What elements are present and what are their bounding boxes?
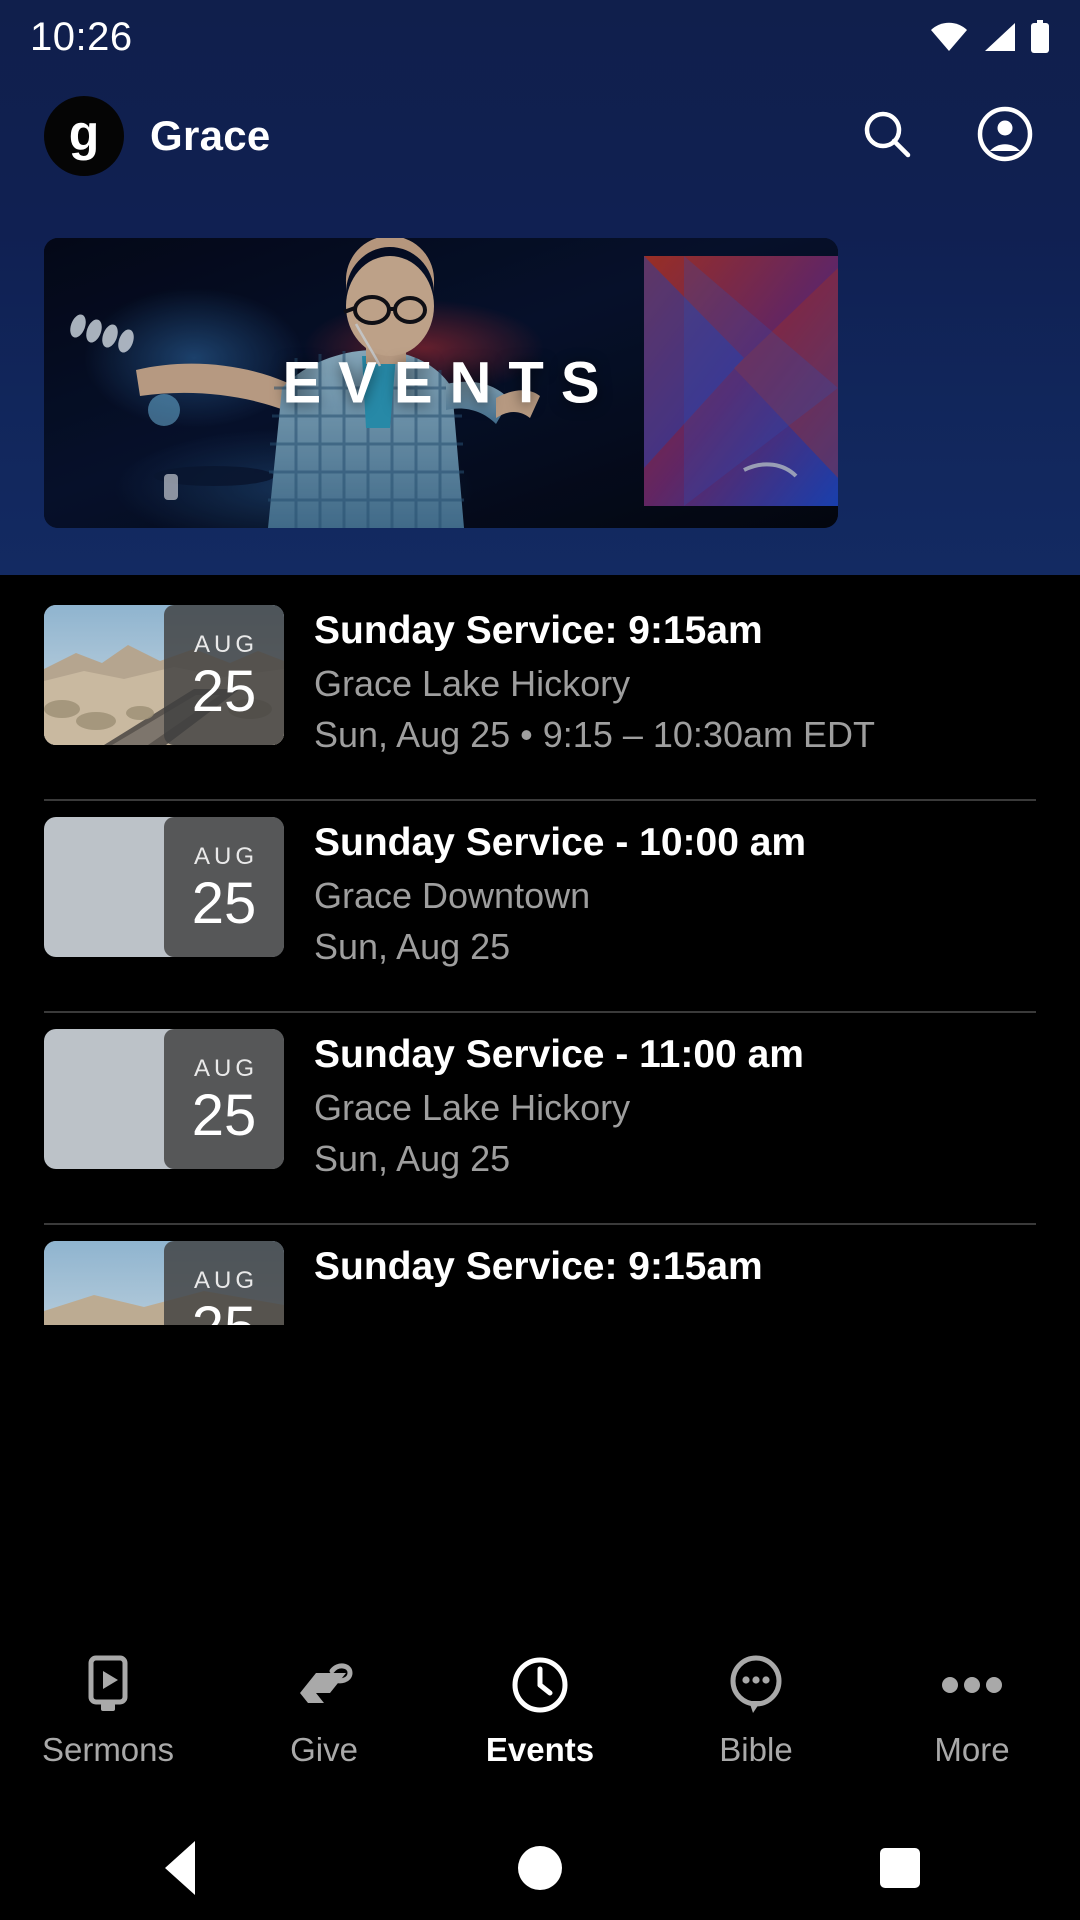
event-thumbnail: AUG 25: [44, 1029, 284, 1169]
event-title: Sunday Service: 9:15am: [314, 1245, 763, 1288]
event-details: Sunday Service: 9:15am Grace Lake Hickor…: [314, 605, 1036, 759]
event-date-month: AUG: [193, 1055, 258, 1082]
event-location: Grace Downtown: [314, 874, 591, 916]
wifi-icon: [930, 22, 968, 52]
tab-label: Bible: [719, 1730, 793, 1768]
event-location: Grace Lake Hickory: [314, 1086, 631, 1128]
event-location: Grace Lake Hickory: [314, 662, 631, 704]
back-button[interactable]: [120, 1816, 240, 1920]
event-title: Sunday Service - 10:00 am: [314, 821, 807, 864]
event-list-item[interactable]: AUG 25 Sunday Service: 9:15am Grace Lake…: [0, 605, 1080, 799]
event-list-item[interactable]: AUG 25 Sunday Service - 10:00 am Grace D…: [0, 817, 1080, 1011]
event-date-badge: AUG 25: [164, 1241, 284, 1325]
search-icon: [859, 106, 915, 167]
event-title: Sunday Service - 11:00 am: [314, 1033, 804, 1076]
event-list-item[interactable]: AUG 25 Sunday Service: 9:15am: [0, 1241, 1080, 1325]
event-datetime: Sun, Aug 25: [314, 925, 511, 967]
tab-label: Give: [290, 1730, 358, 1768]
bottom-tab-bar: Sermons Give Events Bible More: [0, 1604, 1080, 1816]
event-date-month: AUG: [193, 1267, 258, 1294]
recents-button[interactable]: [840, 1816, 960, 1920]
event-date-day: 25: [191, 1083, 257, 1148]
event-thumbnail: AUG 25: [44, 1241, 284, 1325]
give-hand-icon: [294, 1655, 354, 1715]
list-divider: [44, 1011, 1036, 1013]
event-datetime: Sun, Aug 25 • 9:15 – 10:30am EDT: [314, 713, 875, 755]
tab-more[interactable]: More: [864, 1655, 1080, 1766]
event-thumbnail: AUG 25: [44, 605, 284, 745]
battery-icon: [1030, 20, 1050, 54]
tab-bible[interactable]: Bible: [648, 1655, 864, 1766]
event-details: Sunday Service: 9:15am: [314, 1241, 1036, 1291]
event-thumbnail: AUG 25: [44, 817, 284, 957]
event-details: Sunday Service - 10:00 am Grace Downtown…: [314, 817, 1036, 971]
events-list[interactable]: AUG 25 Sunday Service: 9:15am Grace Lake…: [0, 595, 1080, 1325]
status-time: 10:26: [30, 15, 133, 59]
event-datetime: Sun, Aug 25: [314, 1137, 511, 1179]
tab-label: Events: [485, 1730, 595, 1768]
page-title: Grace: [150, 112, 271, 159]
event-date-month: AUG: [193, 843, 258, 870]
cellular-signal-icon: [982, 22, 1016, 52]
account-button[interactable]: [974, 105, 1036, 167]
tab-label: Sermons: [41, 1730, 175, 1768]
events-clock-icon: [511, 1655, 569, 1715]
event-title: Sunday Service: 9:15am: [314, 609, 763, 652]
hero-title: EVENTS: [282, 350, 617, 416]
event-date-day: 25: [192, 1299, 257, 1326]
event-date-month: AUG: [193, 631, 258, 658]
sermons-video-icon: [83, 1655, 133, 1715]
event-date-badge: AUG 25: [164, 817, 284, 957]
tab-events[interactable]: Events: [432, 1655, 648, 1766]
tab-label: More: [934, 1730, 1010, 1768]
hero-banner[interactable]: EVENTS: [44, 238, 838, 528]
app-header: g Grace: [0, 88, 1080, 184]
event-date-badge: AUG 25: [164, 1029, 284, 1169]
event-details: Sunday Service - 11:00 am Grace Lake Hic…: [314, 1029, 1036, 1183]
app-screen: 10:26 g Grace EVENTS AUG 25 Sunday Servi…: [0, 0, 1080, 1920]
list-divider: [44, 1223, 1036, 1225]
search-button[interactable]: [856, 105, 918, 167]
home-button[interactable]: [480, 1816, 600, 1920]
app-logo: g: [44, 96, 124, 176]
status-bar: 10:26: [0, 0, 1080, 74]
header-actions: [856, 105, 1036, 167]
back-triangle-icon: [165, 1841, 195, 1895]
status-icons: [930, 20, 1050, 54]
event-date-day: 25: [191, 659, 257, 724]
home-circle-icon: [518, 1846, 562, 1890]
list-divider: [44, 799, 1036, 801]
account-circle-icon: [976, 105, 1034, 168]
tab-give[interactable]: Give: [216, 1655, 432, 1766]
tab-sermons[interactable]: Sermons: [0, 1655, 216, 1766]
event-date-badge: AUG 25: [164, 605, 284, 745]
event-date-day: 25: [191, 871, 257, 936]
brand[interactable]: g Grace: [44, 96, 271, 176]
bible-chat-icon: [727, 1655, 785, 1715]
system-navigation-bar: [0, 1816, 1080, 1920]
recents-square-icon: [880, 1848, 920, 1888]
more-dots-icon: [941, 1655, 1003, 1715]
event-list-item[interactable]: AUG 25 Sunday Service - 11:00 am Grace L…: [0, 1029, 1080, 1223]
